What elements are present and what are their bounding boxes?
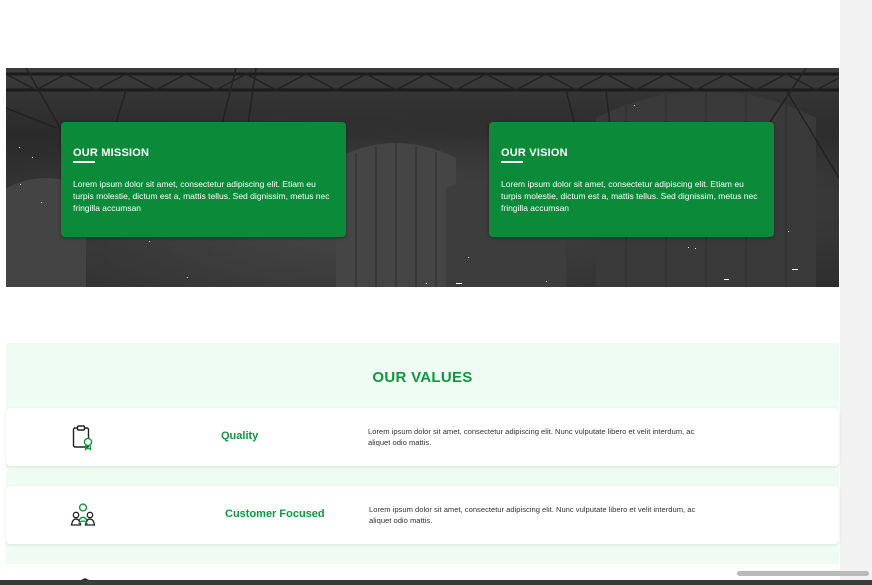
- value-label-quality: Quality: [221, 430, 259, 442]
- mission-card: OUR MISSION Lorem ipsum dolor sit amet, …: [61, 122, 346, 237]
- vision-card: OUR VISION Lorem ipsum dolor sit amet, c…: [489, 122, 774, 237]
- vision-text: Lorem ipsum dolor sit amet, consectetur …: [501, 179, 758, 213]
- page-gutter: [840, 0, 872, 585]
- value-label-customer-focused: Customer Focused: [225, 508, 325, 520]
- mission-title-underline: [73, 161, 95, 163]
- value-row-quality: Quality Lorem ipsum dolor sit amet, cons…: [6, 408, 839, 466]
- mission-title: OUR MISSION: [73, 147, 150, 159]
- horizontal-scrollbar-track[interactable]: [0, 580, 872, 585]
- value-description-quality: Lorem ipsum dolor sit amet, consectetur …: [368, 427, 695, 447]
- value-description-customer-focused: Lorem ipsum dolor sit amet, consectetur …: [369, 505, 696, 525]
- value-row-customer-focused: Customer Focused Lorem ipsum dolor sit a…: [6, 486, 839, 544]
- team-people-icon: [70, 503, 96, 526]
- horizontal-scrollbar-thumb[interactable]: [737, 571, 869, 576]
- quality-certificate-icon: [72, 425, 93, 451]
- hero-banner: OUR MISSION Lorem ipsum dolor sit amet, …: [6, 68, 839, 287]
- values-title: OUR VALUES: [372, 369, 473, 386]
- vision-title: OUR VISION: [501, 147, 568, 159]
- vision-title-underline: [501, 161, 523, 163]
- mission-text: Lorem ipsum dolor sit amet, consectetur …: [73, 179, 330, 213]
